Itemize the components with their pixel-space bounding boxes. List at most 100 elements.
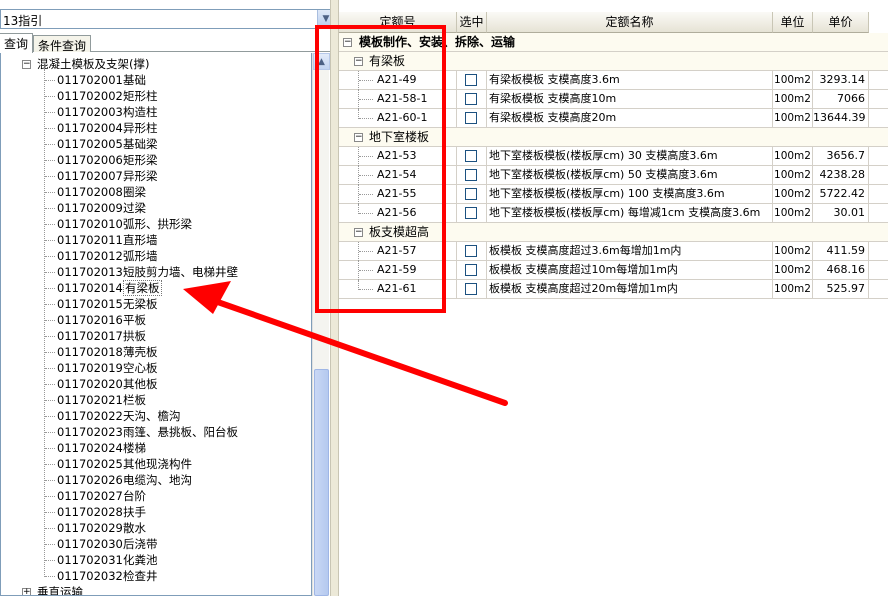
grid-section-row[interactable]: − 有梁板 [339, 52, 888, 71]
select-checkbox[interactable] [465, 245, 477, 257]
tree-node-item[interactable]: 011702022天沟、檐沟 [57, 408, 181, 424]
tree-branch-line [45, 384, 55, 385]
quota-row[interactable]: A21-49 有梁板模板 支模高度3.6m 100m2 3293.14 [339, 71, 888, 90]
select-checkbox[interactable] [465, 169, 477, 181]
quota-unit: 100m2 [773, 147, 813, 166]
tree-node-label: 垂直运输 [37, 585, 83, 596]
quota-row[interactable]: A21-54 地下室楼板模板(楼板厚cm) 50 支模高度3.6m 100m2 423… [339, 166, 888, 185]
quota-row[interactable]: A21-58-1 有梁板模板 支模高度10m 100m2 7066 [339, 90, 888, 109]
tree-node-item[interactable]: 011702028扶手 [57, 504, 146, 520]
tree-node-label: 异形柱 [123, 121, 158, 135]
tree-node-label: 异形梁 [123, 169, 158, 183]
quota-row[interactable]: A21-59 板模板 支模高度超过10m每增加1m内 100m2 468.16 [339, 261, 888, 280]
tree-node-item[interactable]: 011702023雨篷、悬挑板、阳台板 [57, 424, 238, 440]
library-combobox-value: 13指引 [3, 14, 43, 28]
tree-branch-line [45, 112, 55, 113]
tree-node-item[interactable]: 011702003构造柱 [57, 104, 158, 120]
quota-unit: 100m2 [773, 166, 813, 185]
tree-node-item[interactable]: 011702021栏板 [57, 392, 146, 408]
tab-query[interactable]: 查询 [0, 33, 34, 53]
quota-row[interactable]: A21-60-1 有梁板模板 支模高度20m 100m2 13644.39 [339, 109, 888, 128]
select-checkbox[interactable] [465, 150, 477, 162]
plus-box-icon[interactable]: + [22, 588, 31, 595]
minus-box-icon[interactable]: − [354, 133, 363, 142]
tree-node-code: 011702030 [57, 537, 123, 551]
tree-node-parent[interactable]: 混凝土模板及支架(撑) [37, 56, 149, 72]
select-checkbox[interactable] [465, 93, 477, 105]
col-header-code[interactable]: 定额号 [339, 12, 457, 33]
quota-row[interactable]: A21-57 板模板 支模高度超过3.6m每增加1m内 100m2 411.59 [339, 242, 888, 261]
tree-node-item[interactable]: 011702001基础 [57, 72, 146, 88]
minus-box-icon[interactable]: − [22, 60, 31, 69]
col-header-unit[interactable]: 单位 [773, 12, 813, 33]
tree-node-item[interactable]: 011702009过梁 [57, 200, 146, 216]
tree-node-item[interactable]: 011702004异形柱 [57, 120, 158, 136]
tree-node-item[interactable]: 011702012弧形墙 [57, 248, 158, 264]
tree-node-label: 短肢剪力墙、电梯井壁 [123, 265, 238, 279]
tree-node-item[interactable]: 011702015无梁板 [57, 296, 158, 312]
tree-node-code: 011702021 [57, 393, 123, 407]
col-header-name[interactable]: 定额名称 [487, 12, 773, 33]
tree-node-item[interactable]: 011702018薄壳板 [57, 344, 158, 360]
tree-node-item[interactable]: 011702016平板 [57, 312, 146, 328]
grid-group-row[interactable]: − 模板制作、安装、拆除、运输 [339, 33, 888, 52]
tree-node-item[interactable]: 011702031化粪池 [57, 552, 158, 568]
chevron-up-icon[interactable]: ▲ [313, 53, 330, 70]
tab-condition-query[interactable]: 条件查询 [33, 35, 92, 53]
tree-node-item[interactable]: 011702032检查井 [57, 568, 158, 584]
tree-node-label: 拱板 [123, 329, 146, 343]
select-checkbox[interactable] [465, 283, 477, 295]
tree-node-item[interactable]: 011702027台阶 [57, 488, 146, 504]
tree-node-item[interactable]: 011702011直形墙 [57, 232, 158, 248]
panel-splitter[interactable] [330, 0, 339, 596]
quota-row[interactable]: A21-56 地下室楼板模板(楼板厚cm) 每增减1cm 支模高度3.6m 100m… [339, 204, 888, 223]
quota-row[interactable]: A21-53 地下室楼板模板(楼板厚cm) 30 支模高度3.6m 100m2 365… [339, 147, 888, 166]
col-header-select[interactable]: 选中 [457, 12, 487, 33]
tree-node-item[interactable]: 011702010弧形、拱形梁 [57, 216, 192, 232]
tree-node-item[interactable]: 011702006矩形梁 [57, 152, 158, 168]
tree-branch-line [45, 512, 55, 513]
scrollbar-thumb[interactable] [314, 369, 329, 596]
tree-node-item[interactable]: 011702026电缆沟、地沟 [57, 472, 192, 488]
quota-row[interactable]: A21-61 板模板 支模高度超过20m每增加1m内 100m2 525.97 [339, 280, 888, 299]
tree-node-item[interactable]: 011702024楼梯 [57, 440, 146, 456]
tree-node-code: 011702032 [57, 569, 123, 583]
minus-box-icon[interactable]: − [354, 228, 363, 237]
tree-node-item[interactable]: 011702002矩形柱 [57, 88, 158, 104]
tree-node-item[interactable]: 011702005基础梁 [57, 136, 158, 152]
tree-branch-line [45, 336, 55, 337]
quota-code: A21-54 [339, 166, 457, 185]
minus-box-icon[interactable]: − [354, 57, 363, 66]
tree-node-item[interactable]: 011702029散水 [57, 520, 146, 536]
tree-branch-line [45, 240, 55, 241]
tree-node-item[interactable]: 011702025其他现浇构件 [57, 456, 192, 472]
tree-node-item[interactable]: 011702017拱板 [57, 328, 146, 344]
minus-box-icon[interactable]: − [343, 38, 352, 47]
select-checkbox[interactable] [465, 112, 477, 124]
tree-node-item[interactable]: 011702030后浇带 [57, 536, 158, 552]
select-checkbox[interactable] [465, 264, 477, 276]
grid-section-row[interactable]: − 板支模超高 [339, 223, 888, 242]
tree-guide-line [44, 69, 45, 577]
select-checkbox[interactable] [465, 207, 477, 219]
tree-node-label: 其他现浇构件 [123, 457, 192, 471]
tree-node-item[interactable]: 011702020其他板 [57, 376, 158, 392]
tree-node-item[interactable]: 011702008圈梁 [57, 184, 146, 200]
tree-node-code: 011702002 [57, 89, 123, 103]
tree-node-item[interactable]: 011702013短肢剪力墙、电梯井壁 [57, 264, 238, 280]
tree-node-item[interactable]: 011702019空心板 [57, 360, 158, 376]
tree-branch-line [45, 80, 55, 81]
tree-node-item[interactable]: 011702014 有梁板 [57, 280, 162, 296]
tree-scrollbar[interactable]: ▲ [312, 53, 330, 596]
tree-node-code: 011702007 [57, 169, 123, 183]
grid-section-row[interactable]: − 地下室楼板 [339, 128, 888, 147]
tree-node-parent[interactable]: 垂直运输 [37, 584, 83, 596]
select-checkbox[interactable] [465, 74, 477, 86]
tree-node-label: 过梁 [123, 201, 146, 215]
tree-node-label: 化粪池 [123, 553, 158, 567]
tree-node-item[interactable]: 011702007异形梁 [57, 168, 158, 184]
library-combobox[interactable]: 13指引 ▼ [0, 9, 335, 29]
select-checkbox[interactable] [465, 188, 477, 200]
col-header-price[interactable]: 单价 [813, 12, 869, 33]
quota-row[interactable]: A21-55 地下室楼板模板(楼板厚cm) 100 支模高度3.6m 100m2 57… [339, 185, 888, 204]
